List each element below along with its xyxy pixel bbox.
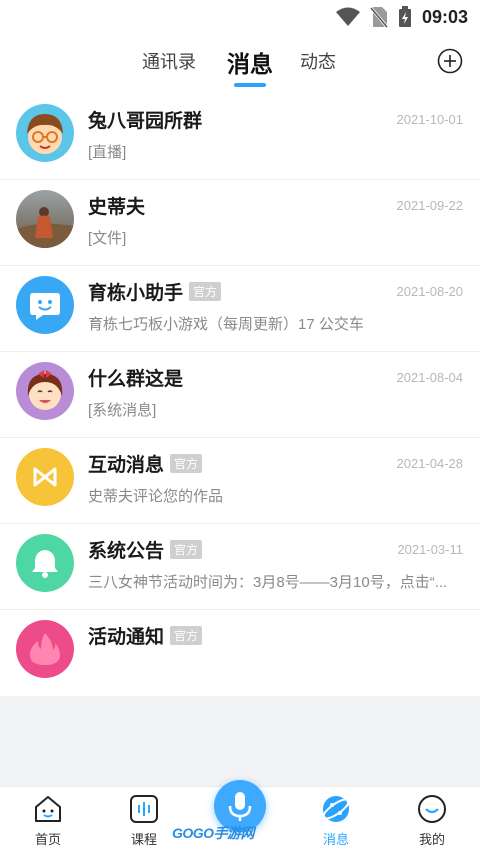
status-icons: 09:03: [335, 4, 468, 30]
status-bar: 09:03: [0, 0, 480, 36]
chat-preview: [文件]: [88, 230, 127, 247]
chat-date: 2021-10-01: [396, 112, 464, 127]
header-tabs: 通讯录 消息 动态: [0, 36, 480, 94]
message-row[interactable]: 系统公告 官方 2021-03-11 三八女神节活动时间为：3月8号——3月10…: [0, 524, 480, 610]
chat-name: 育栋小助手: [88, 283, 184, 304]
message-list: 兔八哥园所群 2021-10-01 [直播] 史蒂夫 2021-09-22 [文…: [0, 94, 480, 696]
boy-glasses-avatar: [16, 104, 74, 162]
official-badge: 官方: [170, 540, 203, 559]
chat-date: 2021-08-04: [396, 370, 464, 385]
chat-name: 什么群这是: [88, 369, 184, 390]
nav-profile[interactable]: 我的: [402, 793, 462, 848]
watermark-logo: GOGO手游网: [172, 825, 255, 841]
message-row[interactable]: 什么群这是 2021-08-04 [系统消息]: [0, 352, 480, 438]
message-row[interactable]: 育栋小助手 官方 2021-08-20 育栋七巧板小游戏（每周更新）17 公交车: [0, 266, 480, 352]
name-line: 史蒂夫: [88, 192, 145, 219]
chat-preview: 史蒂夫评论您的作品: [88, 488, 224, 505]
official-badge: 官方: [170, 626, 203, 645]
name-line: 活动通知 官方: [88, 622, 203, 649]
chat-preview: [直播]: [88, 144, 127, 161]
chat-preview: 三八女神节活动时间为：3月8号——3月10号，点击“...: [88, 574, 448, 591]
tab-contacts[interactable]: 通讯录: [142, 48, 196, 74]
tab-moments[interactable]: 动态: [300, 48, 336, 74]
message-row[interactable]: 兔八哥园所群 2021-10-01 [直播]: [0, 94, 480, 180]
bell-avatar: [16, 534, 74, 592]
course-icon: [130, 795, 158, 823]
profile-face-icon: [418, 795, 446, 823]
chat-preview: [系统消息]: [88, 402, 157, 419]
chat-name: 系统公告: [88, 541, 165, 562]
official-badge: 官方: [170, 454, 203, 473]
status-time: 09:03: [421, 6, 468, 27]
nav-label: 课程: [130, 832, 157, 847]
nav-home[interactable]: 首页: [18, 793, 78, 848]
nav-label: 首页: [34, 832, 61, 847]
chat-date: 2021-09-22: [396, 198, 464, 213]
message-row[interactable]: 互动消息 官方 2021-04-28 史蒂夫评论您的作品: [0, 438, 480, 524]
name-line: 兔八哥园所群: [88, 106, 202, 133]
home-face-icon: [35, 796, 61, 822]
nav-course[interactable]: 课程: [114, 793, 174, 848]
active-tab-indicator: [234, 83, 266, 87]
add-icon[interactable]: [437, 48, 463, 74]
chat-date: 2021-03-11: [397, 542, 463, 557]
nav-label: 消息: [322, 832, 349, 847]
message-row[interactable]: 活动通知 官方: [0, 610, 480, 696]
girl-avatar: [16, 362, 74, 420]
no-sim-icon: [369, 7, 388, 28]
photo-avatar: [16, 190, 74, 248]
chat-date: 2021-08-20: [396, 284, 464, 299]
battery-charging-icon: [398, 6, 411, 27]
chat-date: 2021-04-28: [396, 456, 464, 471]
assistant-smile-avatar: [16, 276, 74, 334]
wifi-icon: [335, 7, 360, 26]
chat-name: 互动消息: [88, 455, 165, 476]
name-line: 什么群这是: [88, 364, 183, 391]
interaction-avatar: [16, 448, 74, 506]
name-line: 育栋小助手 官方: [88, 278, 222, 305]
hot-avatar: [16, 620, 74, 678]
chat-name: 兔八哥园所群: [88, 111, 203, 132]
message-row[interactable]: 史蒂夫 2021-09-22 [文件]: [0, 180, 480, 266]
chat-name: 史蒂夫: [88, 197, 146, 218]
name-line: 互动消息 官方: [88, 450, 203, 477]
nav-messages[interactable]: 消息: [306, 793, 366, 848]
chat-name: 活动通知: [88, 627, 165, 648]
tab-messages[interactable]: 消息: [227, 45, 273, 79]
nav-label: 我的: [418, 832, 445, 847]
message-planet-icon: [322, 796, 350, 822]
chat-preview: 育栋七巧板小游戏（每周更新）17 公交车: [88, 316, 364, 333]
official-badge: 官方: [189, 282, 222, 301]
name-line: 系统公告 官方: [88, 536, 203, 563]
